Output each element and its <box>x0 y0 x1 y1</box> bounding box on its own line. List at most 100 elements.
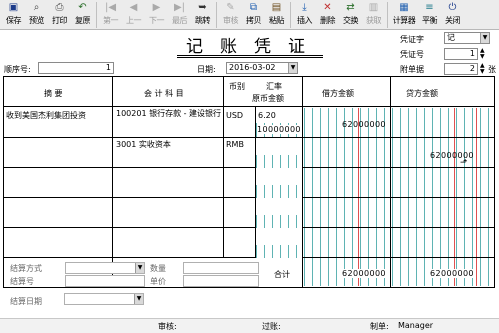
settlement-number-label: 结算号 <box>10 277 34 286</box>
seq-field[interactable]: 1 <box>38 62 114 74</box>
header-summary: 摘 要 <box>44 89 63 98</box>
entry-account[interactable]: 3001 实收资本 <box>116 140 171 150</box>
toolbar-button-insert[interactable]: ⤓ 插入 <box>293 0 316 29</box>
toolbar-button-audit[interactable]: ✎ 审核 <box>219 0 242 29</box>
toolbar-button-last[interactable]: ▶| 最后 <box>168 0 191 29</box>
toolbar-button-restore[interactable]: ↶ 复原 <box>71 0 94 29</box>
toolbar-button-swap[interactable]: ⇄ 交换 <box>339 0 362 29</box>
date-picker[interactable]: 2016-03-02 ▼ <box>226 62 298 74</box>
fetch-icon: ▥ <box>368 2 379 13</box>
voucher-table: 摘 要 会 计 科 目 币别 汇率 原币金额 借方金额 贷方金额 收到美国杰利集… <box>3 76 495 288</box>
print-icon: ⎙ <box>55 2 64 13</box>
title-underline <box>177 55 323 58</box>
total-label: 合计 <box>274 270 290 279</box>
chevron-down-icon[interactable]: ▼ <box>134 294 143 304</box>
attachments-field[interactable]: 2 <box>444 63 478 75</box>
toolbar-separator <box>387 2 388 28</box>
toolbar-button-label: 交换 <box>343 16 359 25</box>
poster-label: 过账: <box>262 322 281 331</box>
voucher-no-field[interactable]: 1 <box>444 48 478 60</box>
delete-icon: ✕ <box>323 2 332 13</box>
first-icon: |◀ <box>104 2 117 13</box>
table-row[interactable] <box>4 168 494 198</box>
close-icon: ⏻ <box>448 2 457 13</box>
toolbar-button-label: 拷贝 <box>246 16 262 25</box>
entry-currency[interactable]: RMB <box>226 140 244 150</box>
toolbar-button-paste[interactable]: ▤ 粘贴 <box>265 0 288 29</box>
toolbar-button-label: 第一 <box>103 16 119 25</box>
qty-field[interactable] <box>183 262 259 274</box>
calculator-icon: ▦ <box>399 2 409 13</box>
toolbar-button-label: 上一 <box>126 16 142 25</box>
toolbar-button-calculator[interactable]: ▦ 计算器 <box>390 0 418 29</box>
toolbar-button-next[interactable]: ▶ 下一 <box>145 0 168 29</box>
toolbar-button-label: 计算器 <box>392 16 416 25</box>
entry-debit[interactable]: 62000000 <box>342 120 386 129</box>
voucher-type-select[interactable]: 记 ▼ <box>444 32 490 44</box>
restore-icon: ↶ <box>78 2 87 13</box>
voucher-type-label: 凭证字 <box>400 35 424 44</box>
seq-label: 顺序号: <box>4 65 31 74</box>
toolbar-separator <box>216 2 217 28</box>
audit-icon: ✎ <box>226 2 235 13</box>
last-icon: ▶| <box>173 2 186 13</box>
entry-summary[interactable]: 收到美国杰利集团投资 <box>6 111 110 121</box>
settlement-method-select[interactable]: ▼ <box>65 262 145 274</box>
attachments-label: 附单据 <box>400 65 424 74</box>
toolbar-button-label: 平衡 <box>422 16 438 25</box>
toolbar-button-fetch[interactable]: ▥ 获取 <box>362 0 385 29</box>
header-rate: 汇率 <box>266 82 282 91</box>
total-debit: 62000000 <box>342 269 386 278</box>
toolbar-button-label: 获取 <box>366 16 382 25</box>
qty-label: 数量 <box>150 264 166 273</box>
settlement-date-picker[interactable]: ▼ <box>64 293 144 305</box>
header-debit: 借方金额 <box>322 89 354 98</box>
toolbar-button-label: 最后 <box>172 16 188 25</box>
toolbar: ▣ 保存 ⌕ 预览 ⎙ 打印 ↶ 复原 |◀ 第一 ◀ 上一 ▶ 下一 ▶| 最后 ➥ 跳转 ✎ 审核 ⧉ 拷贝 ▤ 粘贴 ⤓ 插… <box>0 0 499 30</box>
toolbar-separator <box>290 2 291 28</box>
table-row[interactable] <box>4 228 494 258</box>
settlement-number-field[interactable] <box>65 275 145 287</box>
toolbar-button-label: 删除 <box>320 16 336 25</box>
price-field[interactable] <box>183 275 259 287</box>
total-credit: 62000000 <box>430 269 474 278</box>
table-row[interactable]: 收到美国杰利集团投资 100201 银行存款 - 建设银行 USD 6.20 1… <box>4 107 494 138</box>
entry-account[interactable]: 100201 银行存款 - 建设银行 <box>116 109 222 131</box>
toolbar-button-close[interactable]: ⏻ 关闭 <box>441 0 464 29</box>
toolbar-button-label: 复原 <box>75 16 91 25</box>
table-row[interactable] <box>4 198 494 228</box>
balance-icon: ≡ <box>425 2 434 13</box>
spin-icon[interactable]: ▲ ▼ <box>480 63 485 75</box>
toolbar-button-label: 关闭 <box>445 16 461 25</box>
preview-icon: ⌕ <box>33 2 40 13</box>
toolbar-button-copy[interactable]: ⧉ 拷贝 <box>242 0 265 29</box>
maker-label: 制单: <box>370 322 389 331</box>
entry-original: 10000000 <box>257 125 301 134</box>
toolbar-button-label: 打印 <box>52 16 68 25</box>
voucher-no-label: 凭证号 <box>400 50 424 59</box>
toolbar-button-jump[interactable]: ➥ 跳转 <box>191 0 214 29</box>
toolbar-button-label: 预览 <box>29 16 45 25</box>
chevron-down-icon[interactable]: ▼ <box>135 263 144 273</box>
entry-currency[interactable]: USD <box>226 111 243 121</box>
settlement-date-label: 结算日期 <box>10 297 42 306</box>
chevron-down-icon[interactable]: ▼ <box>480 33 489 43</box>
header-account: 会 计 科 目 <box>144 89 184 98</box>
maker-value: Manager <box>398 321 434 330</box>
toolbar-button-delete[interactable]: ✕ 删除 <box>316 0 339 29</box>
toolbar-button-print[interactable]: ⎙ 打印 <box>48 0 71 29</box>
toolbar-button-first[interactable]: |◀ 第一 <box>99 0 122 29</box>
header-currency: 币别 <box>229 82 245 91</box>
toolbar-button-preview[interactable]: ⌕ 预览 <box>25 0 48 29</box>
toolbar-button-balance[interactable]: ≡ 平衡 <box>418 0 441 29</box>
toolbar-button-prev[interactable]: ◀ 上一 <box>122 0 145 29</box>
header-original: 原币金额 <box>252 94 284 103</box>
header-credit: 贷方金额 <box>406 89 438 98</box>
table-row[interactable]: 3001 实收资本 RMB 62000000 <box>4 138 494 168</box>
toolbar-button-save[interactable]: ▣ 保存 <box>2 0 25 29</box>
entry-rate[interactable]: 6.20 <box>258 111 276 121</box>
insert-icon: ⤓ <box>302 2 307 13</box>
spin-icon[interactable]: ▲ ▼ <box>480 48 485 60</box>
chevron-down-icon[interactable]: ▼ <box>288 63 297 73</box>
paste-icon: ▤ <box>271 2 282 13</box>
